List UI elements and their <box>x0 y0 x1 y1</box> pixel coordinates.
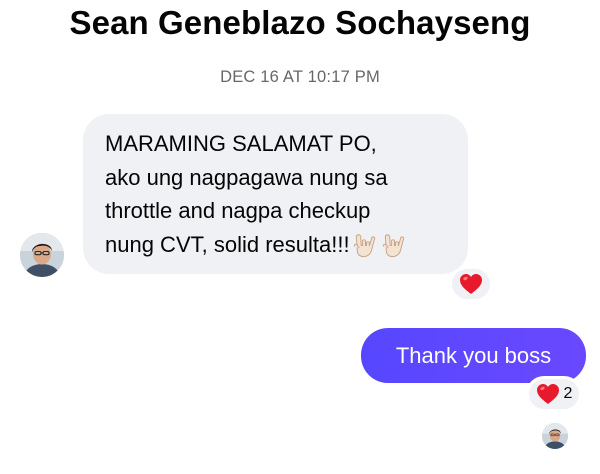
love-you-gesture-icon <box>381 232 408 259</box>
outgoing-message-reaction[interactable]: 2 <box>526 376 582 412</box>
message-line-text: nung CVT, solid resulta!!! <box>105 231 350 257</box>
reaction-count: 2 <box>563 385 573 402</box>
love-you-gesture-icon <box>352 232 379 259</box>
heart-icon <box>536 383 560 405</box>
person-photo-icon <box>542 423 568 449</box>
seen-by-avatar <box>542 423 568 449</box>
message-line: ako ung nagpagawa nung sa <box>105 164 388 190</box>
conversation-title[interactable]: Sean Geneblazo Sochayseng <box>0 2 600 44</box>
person-photo-icon <box>20 233 64 277</box>
heart-icon <box>459 273 483 295</box>
contact-avatar[interactable] <box>20 233 64 277</box>
message-line: MARAMING SALAMAT PO, <box>105 131 377 156</box>
message-line-last: nung CVT, solid resulta!!! <box>105 228 450 262</box>
message-timestamp: DEC 16 AT 10:17 PM <box>220 68 380 86</box>
message-line: throttle and nagpa checkup <box>105 198 371 223</box>
incoming-message-reaction[interactable] <box>449 266 493 302</box>
outgoing-message-bubble[interactable]: Thank you boss <box>361 328 586 383</box>
incoming-message-bubble[interactable]: MARAMING SALAMAT PO, ako ung nagpagawa n… <box>83 114 468 274</box>
